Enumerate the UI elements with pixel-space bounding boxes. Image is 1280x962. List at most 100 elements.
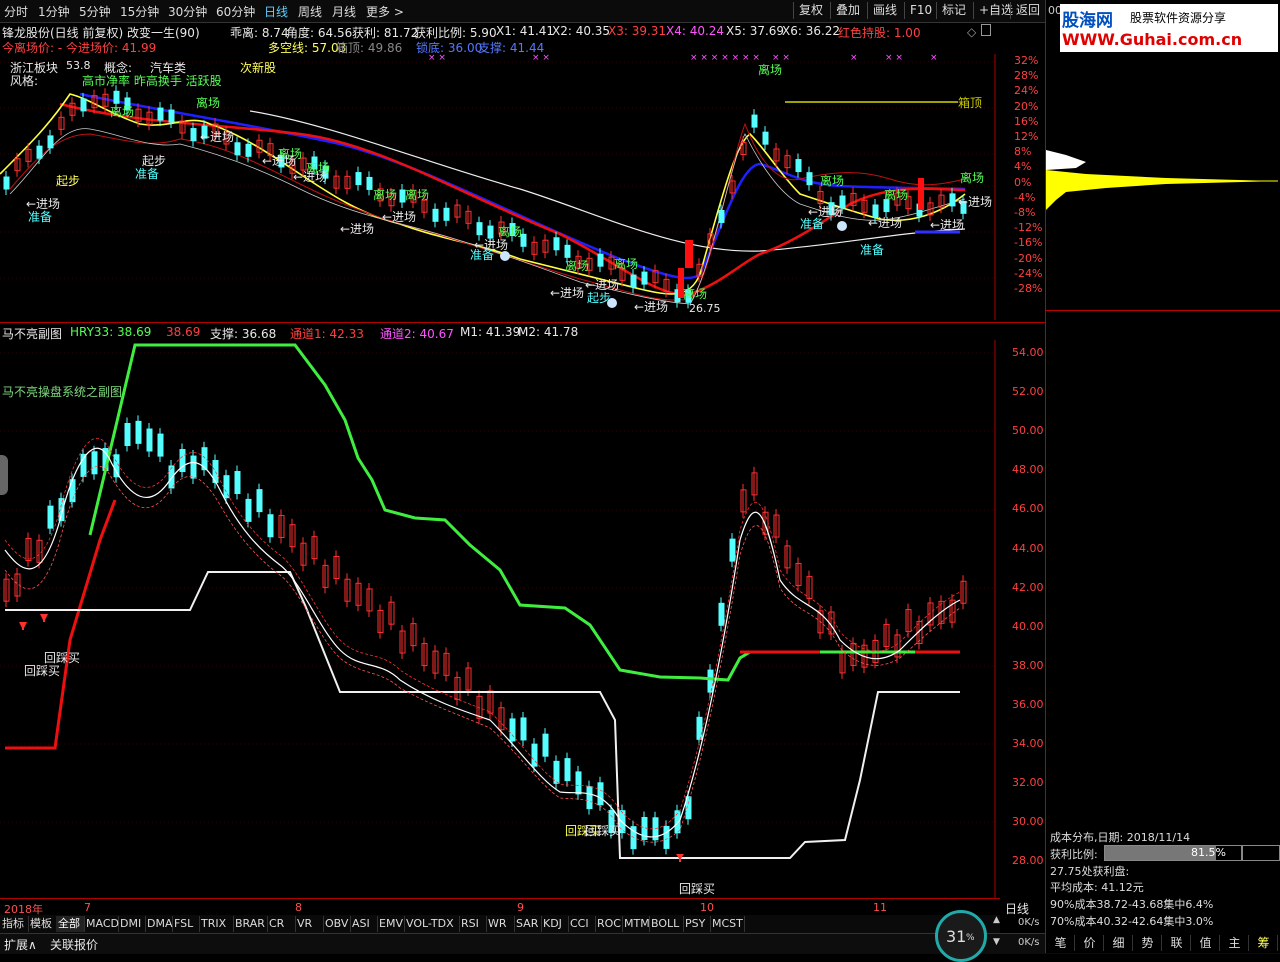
- indicator-tab-模板[interactable]: 模板: [28, 916, 57, 932]
- style-label: 风格:: [10, 74, 39, 88]
- date-label: 11: [873, 901, 887, 914]
- indicator-tab-boll[interactable]: BOLL: [649, 916, 684, 932]
- indicator-tab-vol-tdx[interactable]: VOL-TDX: [404, 916, 460, 932]
- period-tab-fenshi[interactable]: 分时: [4, 3, 28, 20]
- profit-label: 获利比例:: [1050, 848, 1098, 861]
- svg-text:×: ×: [930, 54, 938, 63]
- period-tab-daily[interactable]: 日线: [264, 3, 288, 20]
- signal-jinchang: ←进场: [958, 195, 993, 209]
- axis-tick-label: 28.00: [1012, 854, 1044, 868]
- svg-text:× ×: × ×: [428, 54, 446, 63]
- signal-jinchang: ←进场: [382, 210, 417, 224]
- scroll-handle[interactable]: [0, 455, 8, 495]
- axis-tick-label: 36.00: [1012, 697, 1044, 711]
- period-tab-60min[interactable]: 60分钟: [216, 3, 255, 20]
- pane-divider: [0, 322, 1045, 323]
- signal-qibu: 起步: [142, 154, 167, 168]
- indicator-tab-mtm[interactable]: MTM: [622, 916, 650, 932]
- square-icon[interactable]: [981, 24, 991, 36]
- indicator-tab-dmi[interactable]: DMI: [118, 916, 146, 932]
- related-quote-button[interactable]: 关联报价: [50, 936, 98, 953]
- axis-tick-label: 40.00: [1012, 619, 1044, 633]
- signal-jinchang: ←进场: [550, 286, 585, 300]
- signal-lichang: 离场: [820, 174, 845, 188]
- mark-button[interactable]: 标记: [936, 2, 971, 19]
- indicator-tab-mcst[interactable]: MCST: [710, 916, 745, 932]
- indicator-tab-asi[interactable]: ASI: [350, 916, 378, 932]
- fuquan-button[interactable]: 复权: [793, 2, 828, 19]
- candle-body: [190, 455, 197, 479]
- candle-body: [157, 433, 164, 457]
- indicator-tab-brar[interactable]: BRAR: [233, 916, 268, 932]
- axis-tick-label: 32%: [1014, 54, 1039, 67]
- right-panel-tab[interactable]: 联: [1163, 935, 1191, 951]
- svg-text:×: ×: [850, 54, 858, 63]
- candle-body: [641, 271, 648, 285]
- period-tab-more[interactable]: 更多 >: [366, 3, 404, 20]
- candle-body: [795, 159, 802, 173]
- box-top-label: 箱顶: [958, 96, 983, 110]
- indicator-tab-emv[interactable]: EMV: [377, 916, 405, 932]
- candle-body: [223, 475, 230, 499]
- diamond-icon[interactable]: ◇: [967, 25, 976, 39]
- right-panel-tab[interactable]: 主: [1221, 935, 1249, 951]
- candle-body: [47, 135, 54, 149]
- indicator-value: HRY33: 38.69: [70, 325, 152, 339]
- lower-indicator-chart: [0, 340, 996, 898]
- candle-body: [597, 782, 604, 806]
- indicator-tab-kdj[interactable]: KDJ: [541, 916, 569, 932]
- expand-button[interactable]: 扩展∧: [4, 936, 37, 953]
- indicator-tab-obv[interactable]: OBV: [323, 916, 351, 932]
- candle-body: [696, 716, 703, 740]
- indicator-tab-rsi[interactable]: RSI: [459, 916, 487, 932]
- indicator-tab-sar[interactable]: SAR: [514, 916, 542, 932]
- indicator-tab-dma[interactable]: DMA: [145, 916, 173, 932]
- overlay-button[interactable]: 叠加: [830, 2, 865, 19]
- right-panel-tab[interactable]: 价: [1076, 935, 1104, 951]
- signal-lichang: 离场: [758, 63, 783, 77]
- signal-huicai-mai: 回踩买: [679, 882, 716, 896]
- lower-indicator-row: 马不亮副图 HRY33: 38.69 38.69 支撑: 36.68 通道1: 42.3…: [2, 325, 702, 341]
- candle-body: [146, 428, 153, 452]
- right-panel-tab[interactable]: 细: [1105, 935, 1133, 951]
- candle-body: [113, 90, 120, 104]
- period-tab-15min[interactable]: 15分钟: [120, 3, 159, 20]
- candle-body: [586, 786, 593, 810]
- indicator-tab-vr[interactable]: VR: [295, 916, 324, 932]
- indicator-tab-cr[interactable]: CR: [267, 916, 296, 932]
- candle-body: [663, 825, 670, 849]
- indicator-tab-指标[interactable]: 指标: [0, 916, 29, 932]
- indicator-tab-cci[interactable]: CCI: [568, 916, 596, 932]
- indicator-value: X4: 40.24: [666, 24, 725, 38]
- period-tab-30min[interactable]: 30分钟: [168, 3, 207, 20]
- signal-jinchang: ←进场: [808, 205, 843, 219]
- period-tab-weekly[interactable]: 周线: [298, 3, 322, 20]
- axis-tick-label: 42.00: [1012, 580, 1044, 594]
- period-tab-1min[interactable]: 1分钟: [38, 3, 70, 20]
- signal-lichang: 离场: [565, 259, 590, 273]
- indicator-tab-全部[interactable]: 全部: [56, 916, 85, 932]
- axis-tick-label: -8%: [1014, 206, 1036, 219]
- indicator-tab-roc[interactable]: ROC: [595, 916, 623, 932]
- indicator-tab-macd[interactable]: MACD: [84, 916, 119, 932]
- axis-tick-label: 48.00: [1012, 463, 1044, 477]
- draw-line-button[interactable]: 画线: [867, 2, 902, 19]
- indicator-tab-trix[interactable]: TRIX: [199, 916, 234, 932]
- indicator-value: X6: 36.22: [782, 24, 841, 38]
- candle-body: [751, 114, 758, 128]
- low-price-label: 26.75: [689, 302, 721, 315]
- indicator-tab-psy[interactable]: PSY: [683, 916, 711, 932]
- period-tab-5min[interactable]: 5分钟: [79, 3, 111, 20]
- indicator-tab-fsl[interactable]: FSL: [172, 916, 200, 932]
- right-panel-tab[interactable]: 筹: [1250, 935, 1278, 951]
- right-panel-tab[interactable]: 笔: [1047, 935, 1075, 951]
- period-tab-monthly[interactable]: 月线: [332, 3, 356, 20]
- indicator-tab-wr[interactable]: WR: [486, 916, 515, 932]
- right-panel-tab[interactable]: 值: [1192, 935, 1220, 951]
- signal-lichang: 离场: [110, 105, 135, 119]
- back-button[interactable]: 返回: [1010, 2, 1045, 19]
- network-gauge[interactable]: 31 %: [935, 910, 987, 962]
- right-panel-tab[interactable]: 势: [1134, 935, 1162, 951]
- gauge-unit: %: [966, 933, 975, 943]
- f10-button[interactable]: F10: [904, 2, 937, 19]
